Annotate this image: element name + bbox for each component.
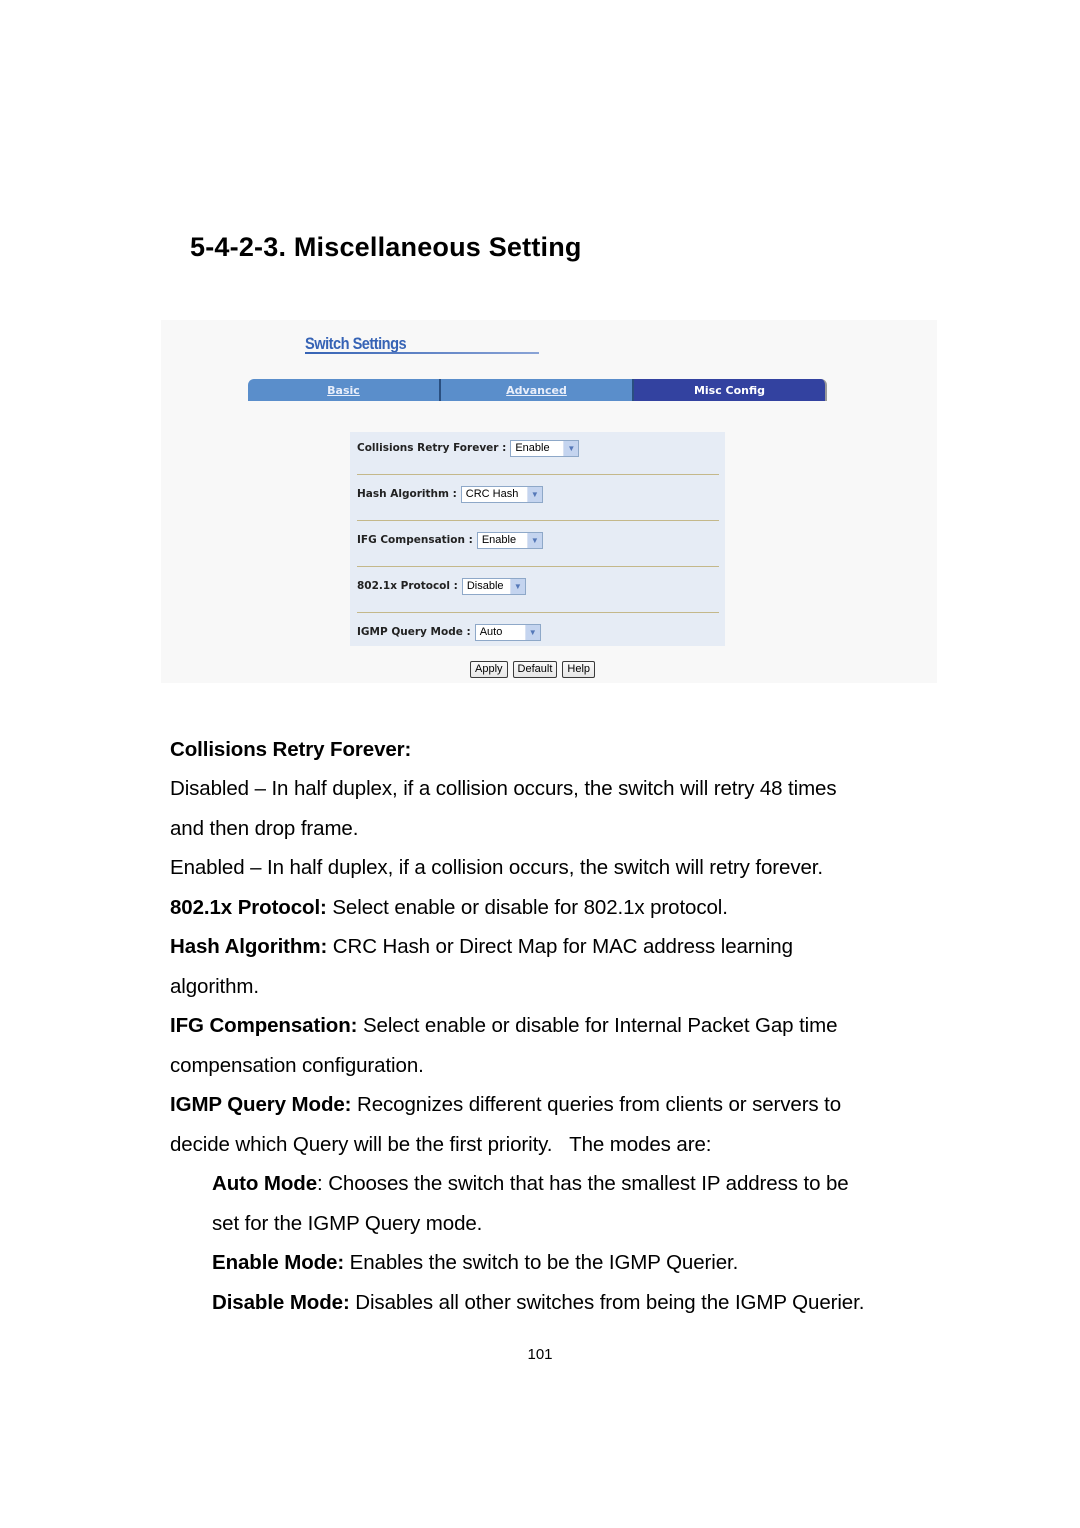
select-value: Enable	[481, 534, 517, 546]
chevron-down-icon: ▼	[526, 532, 542, 548]
term: Disable Mode:	[212, 1291, 350, 1314]
select-value: CRC Hash	[465, 488, 519, 500]
page-number: 101	[527, 1346, 553, 1363]
igmp-description-line-1: IGMP Query Mode: Recognizes different qu…	[170, 1085, 841, 1125]
auto-mode-line-2: set for the IGMP Query mode.	[212, 1212, 483, 1235]
term: 802.1x Protocol:	[170, 896, 327, 919]
collisions-heading: Collisions Retry Forever:	[170, 730, 411, 770]
auto-mode-line-1: Auto Mode: Chooses the switch that has t…	[212, 1164, 849, 1204]
tab-misc-config-label: Misc Config	[693, 383, 766, 397]
divider	[357, 566, 719, 567]
switch-settings-title: Switch Settings	[305, 334, 407, 353]
term: Enable Mode:	[212, 1251, 345, 1274]
ifg-compensation-select[interactable]: Enable ▼	[476, 531, 543, 549]
title-underline	[305, 352, 539, 354]
collisions-disabled-line-2: and then drop frame.	[170, 817, 359, 840]
enable-mode-line: Enable Mode: Enables the switch to be th…	[212, 1243, 738, 1283]
description: Enables the switch to be the IGMP Querie…	[344, 1251, 739, 1274]
dot1x-description: 802.1x Protocol: Select enable or disabl…	[170, 888, 728, 928]
form-buttons: Apply Default Help	[470, 661, 596, 678]
tab-advanced-label: Advanced	[506, 383, 567, 397]
divider	[357, 520, 719, 521]
collisions-retry-forever-select[interactable]: Enable ▼	[510, 439, 580, 457]
field-label: IGMP Query Mode :	[357, 626, 471, 638]
tab-basic-label: Basic	[327, 383, 360, 397]
description: Recognizes different queries from client…	[351, 1093, 842, 1116]
description: Select enable or disable for 802.1x prot…	[326, 896, 728, 919]
disable-mode-line: Disable Mode: Disables all other switche…	[212, 1283, 864, 1323]
description: Disables all other switches from being t…	[349, 1291, 865, 1314]
8021x-protocol-select[interactable]: Disable ▼	[461, 577, 526, 595]
apply-button[interactable]: Apply	[470, 661, 508, 678]
collisions-enabled-line: Enabled – In half duplex, if a collision…	[170, 856, 823, 879]
term: Auto Mode	[212, 1172, 317, 1195]
collisions-disabled-line-1: Disabled – In half duplex, if a collisio…	[170, 777, 837, 800]
ifg-description-line-2: compensation configuration.	[170, 1054, 424, 1077]
section-heading: 5-4-2-3. Miscellaneous Setting	[190, 232, 582, 262]
select-value: Enable	[515, 442, 550, 454]
tab-advanced[interactable]: Advanced	[441, 379, 634, 401]
description: Select enable or disable for Internal Pa…	[357, 1014, 838, 1037]
term: IFG Compensation:	[170, 1014, 358, 1037]
tab-basic[interactable]: Basic	[248, 379, 441, 401]
term: Hash Algorithm:	[170, 935, 328, 958]
term: IGMP Query Mode:	[170, 1093, 352, 1116]
divider	[357, 612, 719, 613]
term: Collisions Retry Forever:	[170, 738, 412, 761]
ifg-description-line-1: IFG Compensation: Select enable or disab…	[170, 1006, 838, 1046]
chevron-down-icon: ▼	[563, 440, 579, 456]
field-igmp-query-mode: IGMP Query Mode : Auto ▼	[357, 622, 541, 642]
field-collisions-retry-forever: Collisions Retry Forever : Enable ▼	[357, 438, 580, 458]
field-label: 802.1x Protocol :	[357, 580, 458, 592]
hash-description-line-1: Hash Algorithm: CRC Hash or Direct Map f…	[170, 927, 793, 967]
select-value: Disable	[466, 580, 504, 592]
default-button[interactable]: Default	[512, 661, 558, 678]
hash-description-line-2: algorithm.	[170, 975, 260, 998]
tab-misc-config[interactable]: Misc Config	[634, 379, 827, 401]
igmp-query-mode-select[interactable]: Auto ▼	[474, 623, 541, 641]
select-value: Auto	[479, 626, 503, 638]
tab-bar: Basic Advanced Misc Config	[248, 379, 827, 401]
misc-config-form: Collisions Retry Forever : Enable ▼ Hash…	[350, 432, 725, 646]
hash-algorithm-select[interactable]: CRC Hash ▼	[460, 485, 543, 503]
field-8021x-protocol: 802.1x Protocol : Disable ▼	[357, 576, 526, 596]
chevron-down-icon: ▼	[509, 578, 525, 594]
field-label: Collisions Retry Forever :	[357, 442, 507, 454]
field-hash-algorithm: Hash Algorithm : CRC Hash ▼	[357, 484, 543, 504]
help-button[interactable]: Help	[562, 661, 596, 678]
divider	[357, 474, 719, 475]
description: : Chooses the switch that has the smalle…	[317, 1172, 849, 1195]
igmp-description-line-2: decide which Query will be the first pri…	[170, 1133, 712, 1156]
description: CRC Hash or Direct Map for MAC address l…	[327, 935, 793, 958]
field-label: IFG Compensation :	[357, 534, 473, 546]
switch-settings-screenshot: Switch Settings Basic Advanced Misc Conf…	[161, 320, 937, 683]
field-ifg-compensation: IFG Compensation : Enable ▼	[357, 530, 543, 550]
chevron-down-icon: ▼	[526, 486, 542, 502]
field-label: Hash Algorithm :	[357, 488, 457, 500]
chevron-down-icon: ▼	[524, 624, 540, 640]
